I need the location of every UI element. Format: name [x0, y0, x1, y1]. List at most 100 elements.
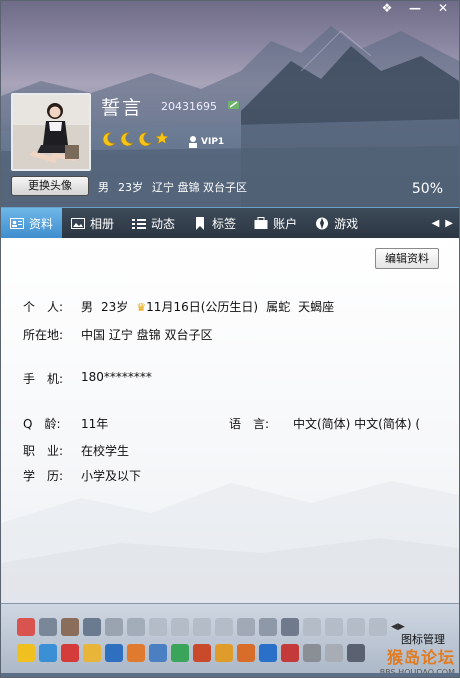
qq-book-icon[interactable]: [149, 644, 167, 662]
qq-chat-icon[interactable]: [325, 644, 343, 662]
vip-badge[interactable]: VIP1: [187, 135, 224, 149]
vip-crown-icon: [189, 136, 197, 148]
birthday-text: 11月16日(公历生日): [146, 300, 259, 314]
education-value: 小学及以下: [81, 469, 142, 483]
qq-mobile-icon[interactable]: [303, 644, 321, 662]
tab-label: 相册: [90, 216, 115, 231]
heart-icon[interactable]: [237, 618, 255, 636]
language-label: 语 言:: [229, 417, 270, 431]
tab-scroll-right-icon[interactable]: ▶: [445, 218, 453, 229]
tab-feed[interactable]: 动态: [123, 208, 184, 239]
personal-label: 个 人:: [23, 300, 64, 314]
watermark-title: 猴岛论坛: [386, 648, 455, 667]
job-label: 职 业:: [23, 444, 64, 458]
personal-values: 男 23岁 ♛11月16日(公历生日) 属蛇 天蝎座: [81, 298, 334, 315]
avatar-photo: [13, 95, 89, 169]
location-value: 中国 辽宁 盘锦 双台子区: [81, 328, 213, 342]
profile-window: ❖ — ✕ 更换头像 誓言 20431695 VIP1 男 23岁 辽宁 盘锦 …: [0, 0, 460, 678]
age: 23岁: [118, 181, 143, 194]
qage-label: Q 龄:: [23, 417, 61, 431]
gender: 男: [98, 181, 109, 194]
personal-row: 个 人: 男 23岁 ♛11月16日(公历生日) 属蛇 天蝎座: [23, 298, 334, 315]
qq-cube-icon[interactable]: [259, 644, 277, 662]
service-icon-bar: ◀▶ 图标管理 猴岛论坛 BBS.HOUDAO.COM: [1, 603, 459, 677]
heart-icon[interactable]: [105, 618, 123, 636]
window-controls: ❖ — ✕: [373, 1, 457, 17]
edit-profile-button[interactable]: 编辑资料: [375, 248, 439, 269]
avatar[interactable]: [11, 93, 91, 171]
tab-scroll-left-icon[interactable]: ◀: [432, 218, 440, 229]
tab-label: 动态: [151, 216, 176, 231]
phone-label: 手 机:: [23, 372, 64, 386]
bottom-strip: [1, 673, 459, 677]
basic-info: 男 23岁 辽宁 盘锦 双台子区: [98, 179, 247, 195]
diamond-icon[interactable]: [303, 618, 321, 636]
qq-dance-icon[interactable]: [237, 644, 255, 662]
diamond-icon[interactable]: [171, 618, 189, 636]
moon-icon: [102, 132, 116, 147]
language-value: 中文(简体) 中文(简体) (: [293, 417, 421, 431]
qq-game-icon[interactable]: [39, 644, 57, 662]
tab-tags[interactable]: 标签: [184, 208, 245, 239]
star-icon[interactable]: [17, 644, 35, 662]
qq-farm-icon[interactable]: [83, 644, 101, 662]
tab-profile[interactable]: 资料: [1, 207, 63, 239]
job-value: 在校学生: [81, 444, 130, 458]
nickname: 誓言: [101, 97, 144, 119]
tab-album[interactable]: 相册: [62, 208, 123, 239]
minimize-button[interactable]: —: [401, 1, 429, 17]
location-row: 所在地: 中国 辽宁 盘锦 双台子区: [23, 326, 212, 343]
qq-show-icon[interactable]: [17, 618, 35, 636]
tab-label: 账户: [273, 216, 298, 231]
diamond-icon[interactable]: [127, 618, 145, 636]
qq-mail-icon[interactable]: [61, 644, 79, 662]
app-icon[interactable]: [347, 644, 365, 662]
diamond-icon[interactable]: [347, 618, 365, 636]
feed-icon: [132, 218, 147, 229]
edit-signature-icon[interactable]: [227, 99, 241, 111]
change-avatar-button[interactable]: 更换头像: [11, 176, 89, 196]
skin-icon[interactable]: ❖: [373, 1, 401, 17]
qq-penguin-icon[interactable]: [281, 644, 299, 662]
qq-reader-icon[interactable]: [171, 644, 189, 662]
vip-label: VIP1: [201, 137, 225, 147]
tab-games[interactable]: 游戏: [306, 208, 367, 239]
qq-shop-icon[interactable]: [127, 644, 145, 662]
qq-number: 20431695: [161, 100, 217, 113]
sign-value: 天蝎座: [298, 300, 335, 314]
icon-row-1: ◀▶: [17, 618, 405, 636]
zodiac-value: 属蛇: [266, 300, 291, 314]
diamond-icon[interactable]: [193, 618, 211, 636]
qq-racing-icon[interactable]: [193, 644, 211, 662]
diamond-icon[interactable]: [369, 618, 387, 636]
qq-speed-icon[interactable]: [215, 644, 233, 662]
crown-icon: ♛: [136, 301, 147, 314]
qq-level: [101, 131, 169, 147]
profile-header: ❖ — ✕ 更换头像 誓言 20431695 VIP1 男 23岁 辽宁 盘锦 …: [1, 1, 459, 207]
photo-album-icon: [71, 217, 86, 229]
vip-icon[interactable]: [281, 618, 299, 636]
moon-icon: [120, 132, 134, 147]
close-button[interactable]: ✕: [429, 1, 457, 17]
bookmark-icon: [196, 216, 205, 230]
tab-account[interactable]: 账户: [245, 208, 306, 239]
location: 辽宁 盘锦 双台子区: [152, 181, 247, 194]
qq-zone-icon[interactable]: [39, 618, 57, 636]
wallet-icon: [254, 216, 268, 229]
profile-completion: 50%: [411, 181, 443, 197]
diamond-icon[interactable]: [325, 618, 343, 636]
qq-music-icon[interactable]: [83, 618, 101, 636]
diamond-icon[interactable]: [149, 618, 167, 636]
profile-card-icon: [10, 217, 24, 229]
phone-value: 180********: [81, 370, 152, 384]
qq-tv-icon[interactable]: [105, 644, 123, 662]
qage-value: 11年: [81, 417, 109, 431]
moon-icon: [138, 132, 152, 147]
tab-bar: 资料 相册 动态 标签 账户 游戏 ◀ ▶: [1, 207, 459, 239]
bird-icon[interactable]: [259, 618, 277, 636]
diamond-icon[interactable]: [215, 618, 233, 636]
phone-row: 手 机: 180********: [23, 370, 152, 387]
star-icon: [155, 131, 169, 145]
education-label: 学 历:: [23, 469, 64, 483]
qq-pet-icon[interactable]: [61, 618, 79, 636]
